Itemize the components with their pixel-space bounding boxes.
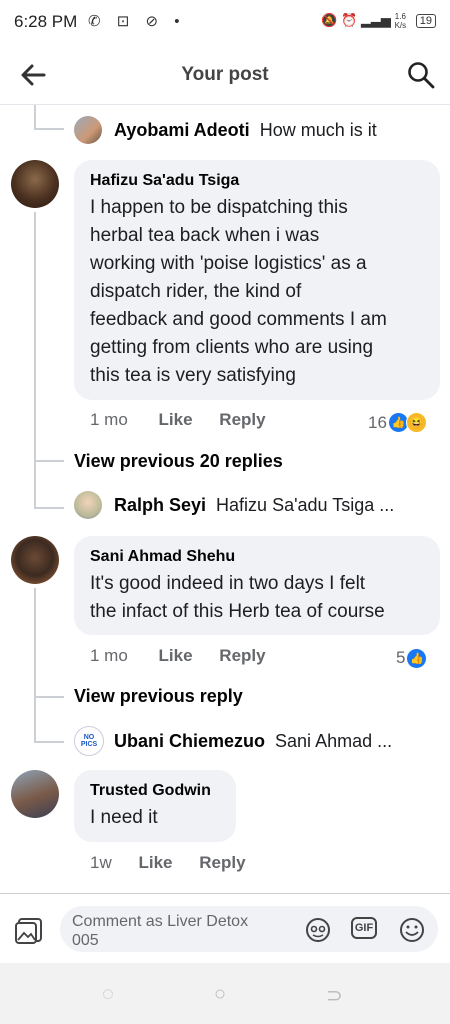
status-right-icons: 🔕 ⏰ ▂▃▅ 1.6 K/s 19 [321,12,436,30]
comment-meta: 1 mo Like Reply [90,410,266,430]
comment-composer: Comment as Liver Detox 005 GIF [0,893,450,964]
status-time: 6:28 PM [14,12,78,31]
app-bar: Your post [0,48,450,105]
reply-author[interactable]: Ralph Seyi [114,495,206,515]
recents-icon[interactable]: ◌ [102,983,114,1006]
comment-bubble[interactable]: Sani Ahmad Shehu It's good indeed in two… [74,536,440,635]
thread-line [34,128,64,130]
reaction-summary[interactable]: 16 👍 😆 [368,412,427,433]
view-previous-replies[interactable]: View previous 20 replies [74,451,283,472]
reply-button[interactable]: Reply [199,853,245,872]
back-nav-icon[interactable]: ⊃ [326,983,343,1008]
battery-icon: 19 [415,14,436,29]
like-button[interactable]: Like [159,646,193,665]
avatar[interactable] [74,116,102,144]
thread-line [34,507,64,509]
mute-icon: 🔕 [321,12,338,28]
comment-author[interactable]: Hafizu Sa'adu Tsiga [90,172,424,190]
comment-meta: 1w Like Reply [90,853,246,873]
thread-line [34,212,36,508]
avatar[interactable] [11,770,59,818]
system-nav-bar: ◌ ○ ⊃ [0,963,450,1024]
reaction-count: 16 [368,412,387,432]
avatar[interactable] [11,536,59,584]
comment-input[interactable]: Comment as Liver Detox 005 GIF [60,906,438,952]
gif-icon[interactable]: GIF [351,917,377,939]
avatar-sticker-icon[interactable] [304,916,332,944]
avatar[interactable] [11,160,59,208]
comment-placeholder: Comment as Liver Detox 005 [72,913,249,949]
reply-author[interactable]: Ubani Chiemezuo [114,731,265,751]
speed-indicator: 1.6 K/s [394,12,407,30]
reply-preview[interactable]: Ayobami Adeoti How much is it [114,120,377,141]
reply-preview[interactable]: Ubani Chiemezuo Sani Ahmad ... [114,731,392,752]
avatar-badge-text: PICS [80,741,98,748]
thread-line [34,741,64,743]
comment-time: 1 mo [90,410,128,429]
alarm-icon: ⏰ [341,12,358,28]
notification-icons: ✆ ⊡ ⊘ • [88,13,186,30]
search-icon[interactable] [406,60,436,90]
avatar[interactable] [74,491,102,519]
avatar-badge-text: NO [83,734,95,741]
emoji-icon[interactable] [398,916,426,944]
comment-text: It's good indeed in two days I felt the … [90,573,385,622]
reaction-summary[interactable]: 5 👍 [396,648,427,668]
reply-preview[interactable]: Ralph Seyi Hafizu Sa'adu Tsiga ... [114,495,394,516]
haha-reaction-icon: 😆 [405,412,427,433]
avatar[interactable]: NO PICS [74,726,104,756]
thread-line [34,696,64,698]
comment-text: I need it [90,807,158,828]
reaction-count: 5 [396,648,406,667]
reply-button[interactable]: Reply [219,646,265,665]
thread-line [34,105,36,129]
page-title: Your post [181,64,269,85]
signal-icon: ▂▃▅ [360,12,391,28]
battery-level: 19 [419,15,432,28]
photo-icon[interactable] [14,916,44,946]
comment-author[interactable]: Sani Ahmad Shehu [90,548,424,566]
comment-time: 1 mo [90,646,128,665]
reply-text: Hafizu Sa'adu Tsiga ... [216,495,395,515]
thread-line [34,588,36,742]
like-button[interactable]: Like [138,853,172,872]
comment-time: 1w [90,853,112,872]
reply-button[interactable]: Reply [219,410,265,429]
like-button[interactable]: Like [159,410,193,429]
reply-text: Sani Ahmad ... [275,731,393,751]
reply-text: How much is it [259,120,377,140]
view-previous-replies[interactable]: View previous reply [74,686,243,707]
thread-line [34,460,64,462]
comment-bubble[interactable]: Hafizu Sa'adu Tsiga I happen to be dispa… [74,160,440,400]
comment-author[interactable]: Trusted Godwin [90,782,220,800]
comment-bubble[interactable]: Trusted Godwin I need it [74,770,236,842]
reply-author[interactable]: Ayobami Adeoti [114,120,250,140]
comment-text: I happen to be dispatching this herbal t… [90,197,387,386]
status-bar: 6:28 PM ✆ ⊡ ⊘ • 🔕 ⏰ ▂▃▅ 1.6 K/s 19 [0,0,450,44]
home-icon[interactable]: ○ [214,983,226,1006]
comment-meta: 1 mo Like Reply [90,646,266,666]
like-reaction-icon: 👍 [407,648,427,668]
